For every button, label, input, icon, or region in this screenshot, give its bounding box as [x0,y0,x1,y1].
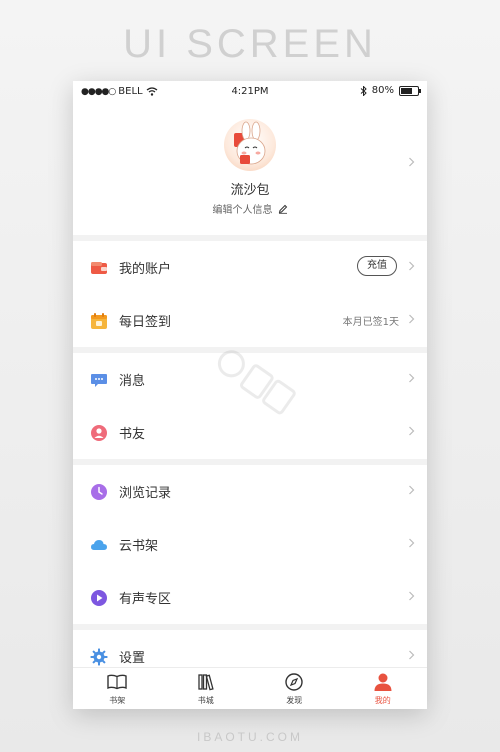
menu-item-label: 设置 [119,651,146,666]
user-icon [374,673,392,691]
chevron-right-icon [409,157,415,167]
wallet-icon [91,262,107,274]
footer-credit: IBAOTU.COM [196,730,303,744]
calendar-icon [91,313,107,329]
book-icon [107,674,127,690]
cloud-icon [91,540,107,550]
battery-icon [399,85,421,96]
phone-screen: ●●●●○ BELL 4:21PM 80% 流沙包 编辑个人信息 我的账户 充值… [73,81,427,709]
chevron-right-icon [409,650,415,660]
chevron-right-icon [409,314,415,324]
bottom-tab-bar: 书架 书城 发现 我的 [73,667,427,709]
profile-nickname: 流沙包 [230,183,270,198]
tab-label: 书城 [197,696,214,705]
checkin-status-text: 本月已签1天 [342,317,399,328]
bunny-avatar-icon [234,121,266,165]
chevron-right-icon [409,426,415,436]
edit-profile-label: 编辑个人信息 [212,205,273,216]
tab-bookstore[interactable]: 书城 [162,668,251,709]
menu-item-label: 我的账户 [119,262,172,277]
pencil-icon [278,204,287,214]
tab-label: 发现 [286,696,303,705]
chevron-right-icon [409,538,415,548]
gear-icon [90,648,108,666]
friend-icon [91,425,107,441]
bluetooth-icon [360,85,367,96]
avatar[interactable] [224,119,276,171]
menu-item-history[interactable]: 浏览记录 [73,465,427,517]
menu-item-label: 云书架 [119,539,159,554]
menu-item-daily-checkin[interactable]: 每日签到 本月已签1天 [73,294,427,346]
tab-bookshelf[interactable]: 书架 [73,668,162,709]
library-icon [198,674,214,691]
play-icon [91,590,107,606]
menu-item-label: 浏览记录 [119,486,172,501]
tab-discover[interactable]: 发现 [250,668,339,709]
status-bar: ●●●●○ BELL 4:21PM 80% [73,81,427,103]
menu-item-cloud-shelf[interactable]: 云书架 [73,518,427,570]
menu-item-audio-zone[interactable]: 有声专区 [73,571,427,623]
menu-item-label: 消息 [119,374,146,389]
chevron-right-icon [409,591,415,601]
menu-item-messages[interactable]: 消息 [73,353,427,405]
tab-label: 书架 [109,696,126,705]
message-icon [91,374,107,387]
menu-item-label: 有声专区 [119,592,172,607]
menu-item-label: 每日签到 [119,315,172,330]
history-clock-icon [91,484,107,500]
chevron-right-icon [409,261,415,271]
menu-item-label: 书友 [119,427,146,442]
banner-title: UI SCREEN [123,22,377,66]
chevron-right-icon [409,373,415,383]
edit-profile-link[interactable]: 编辑个人信息 [73,201,427,216]
chevron-right-icon [409,485,415,495]
recharge-button[interactable]: 充值 [357,256,397,276]
menu-item-friends[interactable]: 书友 [73,406,427,458]
tab-mine[interactable]: 我的 [339,668,428,709]
menu-item-account[interactable]: 我的账户 充值 [73,241,427,293]
compass-icon [285,673,303,691]
tab-label: 我的 [374,696,391,705]
battery-percent: 80% [371,85,394,96]
